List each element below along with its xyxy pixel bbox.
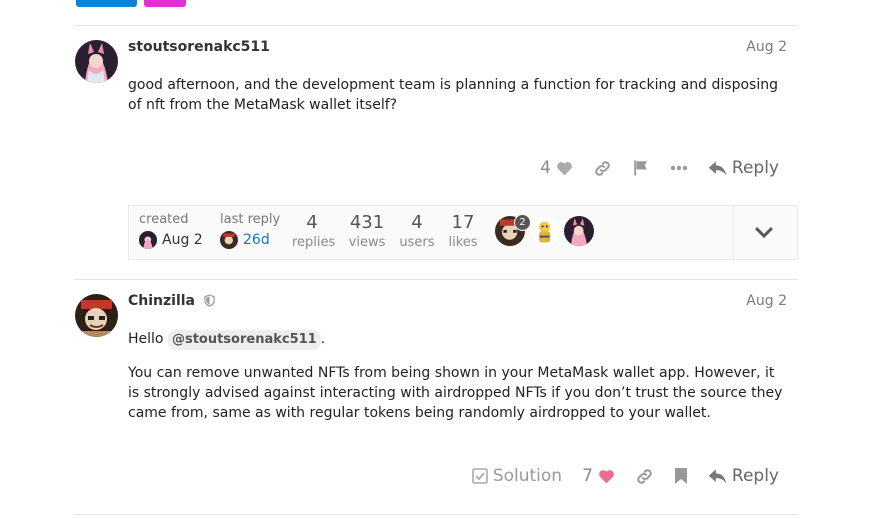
more-icon (670, 165, 688, 171)
last-reply-label: last reply (220, 212, 281, 227)
likes-label: likes (448, 235, 478, 250)
divider-middle (74, 279, 798, 280)
topic-last-reply[interactable]: last reply 26d (220, 212, 280, 249)
chevron-down-icon (755, 227, 773, 239)
stat-users: 4 users (399, 212, 435, 250)
link-icon (595, 160, 610, 176)
post1-reply-button[interactable]: Reply (698, 158, 789, 178)
views-count: 431 (349, 212, 385, 233)
created-label: created (139, 212, 189, 227)
stat-views: 431 views (345, 212, 389, 250)
shield-icon (204, 294, 215, 307)
expand-topic-map-button[interactable] (755, 224, 773, 243)
replies-label: replies (292, 235, 336, 250)
reply-icon (708, 468, 727, 484)
heart-icon (557, 161, 572, 175)
post1-actions: 4 Reply (530, 158, 789, 178)
last-reply-date: 26d (243, 232, 270, 248)
avatar-stoutsorenakc511[interactable] (75, 40, 118, 83)
post2-solution-label: Solution (492, 466, 563, 486)
post2-username[interactable]: Chinzilla (128, 293, 195, 309)
views-label: views (348, 235, 386, 250)
post2-like-button[interactable]: 7 (572, 466, 625, 486)
avatar-chinzilla[interactable] (75, 294, 118, 337)
topic-created[interactable]: created Aug 2 (139, 212, 203, 249)
post1-copy-link-button[interactable] (583, 159, 622, 178)
created-date: Aug 2 (162, 232, 203, 248)
post1-reply-label: Reply (731, 158, 779, 178)
post2-actions: Solution 7 Reply (462, 466, 789, 486)
post2-date[interactable]: Aug 2 (746, 293, 787, 309)
post2-greeting-end: . (320, 331, 326, 347)
post1-flag-button[interactable] (622, 159, 660, 177)
users-count: 4 (411, 212, 423, 233)
post2-reply-button[interactable]: Reply (698, 466, 789, 486)
post2-solution-button[interactable]: Solution (462, 466, 572, 486)
divider-top (74, 25, 798, 26)
post2-body: You can remove unwanted NFTs from being … (128, 365, 783, 421)
top-pink-button[interactable] (144, 0, 186, 7)
post1-date[interactable]: Aug 2 (746, 39, 787, 55)
post1-like-count: 4 (540, 158, 551, 178)
heart-icon (599, 469, 614, 483)
stat-replies: 4 replies (292, 212, 336, 250)
post2-greeting: Hello (128, 331, 164, 347)
divider-bottom (74, 514, 798, 515)
post2-bookmark-button[interactable] (664, 467, 698, 485)
topic-map: created Aug 2 last reply 26d 4 replies 4… (128, 205, 798, 260)
post2-username-row: Chinzilla (128, 293, 215, 309)
post1-body: good afternoon, and the development team… (128, 77, 778, 113)
likes-count: 17 (451, 212, 475, 233)
checkbox-icon (472, 468, 488, 484)
participant-avatar-3[interactable] (564, 216, 594, 246)
participant-post-count-badge: 2 (514, 214, 531, 231)
post1-like-button[interactable]: 4 (530, 158, 583, 178)
link-icon (637, 468, 652, 484)
reply-icon (708, 160, 727, 176)
topic-map-separator (733, 206, 734, 259)
post2-mention-link[interactable]: @stoutsorenakc511 (167, 330, 321, 350)
bookmark-icon (674, 468, 687, 484)
last-reply-avatar (220, 231, 238, 249)
post2-copy-link-button[interactable] (625, 467, 664, 486)
post2-greeting-line: Hello @stoutsorenakc511. (128, 329, 788, 350)
post1-username[interactable]: stoutsorenakc511 (128, 39, 270, 55)
post2-like-count: 7 (582, 466, 593, 486)
top-blue-button[interactable] (76, 0, 137, 7)
stat-likes: 17 likes (447, 212, 479, 250)
users-label: users (399, 235, 435, 250)
post2-reply-label: Reply (731, 466, 779, 486)
creator-avatar (139, 231, 157, 249)
participant-avatar-2[interactable] (530, 216, 560, 246)
post1-more-button[interactable] (660, 165, 698, 171)
replies-count: 4 (306, 212, 318, 233)
flag-icon (634, 160, 647, 176)
